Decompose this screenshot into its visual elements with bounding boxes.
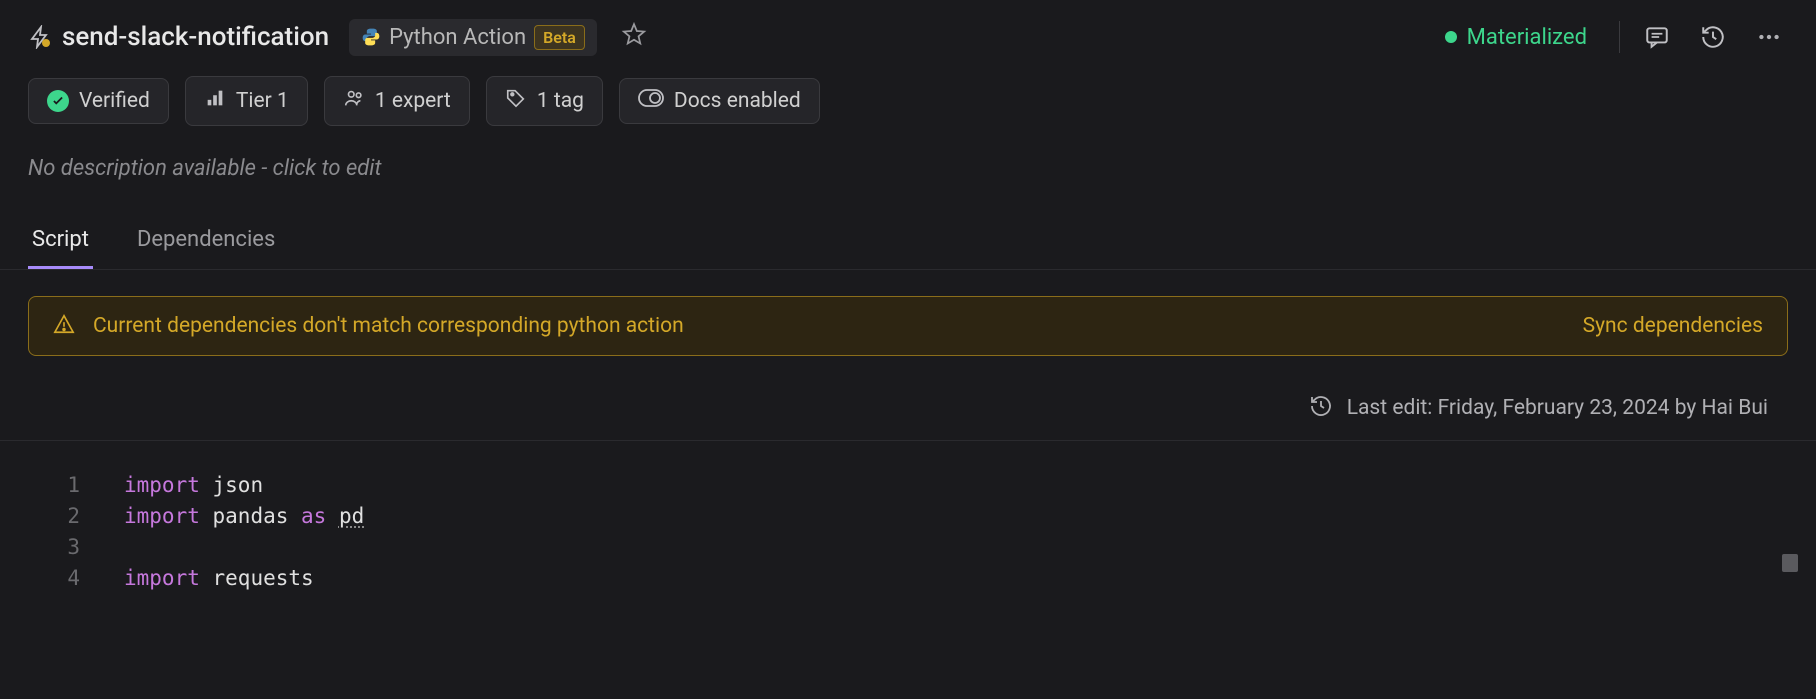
status-pill[interactable]: Materialized [1431, 19, 1601, 56]
line-number: 4 [40, 566, 80, 590]
bars-icon [204, 87, 226, 115]
line-number: 1 [40, 473, 80, 497]
header-left: send-slack-notification Python Action Be… [28, 18, 651, 56]
code-line[interactable]: 1 import json [0, 469, 1816, 500]
scrollbar[interactable] [1782, 469, 1798, 629]
docs-chip[interactable]: Docs enabled [619, 78, 820, 124]
tab-dependencies[interactable]: Dependencies [133, 213, 279, 269]
people-icon [343, 87, 365, 115]
experts-chip[interactable]: 1 expert [324, 76, 470, 126]
history-button[interactable] [1694, 18, 1732, 56]
experts-label: 1 expert [375, 89, 451, 113]
code-content: import json [124, 473, 263, 497]
tags-chip[interactable]: 1 tag [486, 76, 603, 126]
tier-chip[interactable]: Tier 1 [185, 76, 308, 126]
line-number: 2 [40, 504, 80, 528]
title-group: send-slack-notification [28, 22, 329, 52]
code-content: import pandas as pd [124, 504, 364, 528]
header-right: Materialized [1431, 18, 1788, 56]
warning-triangle-icon [53, 313, 75, 339]
tier-label: Tier 1 [236, 89, 289, 113]
code-line[interactable]: 4 import requests [0, 562, 1816, 593]
tabs-container: Script Dependencies [0, 213, 1816, 270]
python-icon [361, 27, 381, 47]
beta-badge: Beta [534, 25, 585, 50]
divider [1619, 21, 1620, 53]
toggle-icon [638, 89, 664, 113]
warning-message: Current dependencies don't match corresp… [93, 314, 684, 338]
warning-banner: Current dependencies don't match corresp… [28, 296, 1788, 356]
action-type-badge[interactable]: Python Action Beta [349, 19, 597, 56]
tabs: Script Dependencies [28, 213, 1788, 269]
verified-chip[interactable]: Verified [28, 78, 169, 124]
page-header: send-slack-notification Python Action Be… [0, 0, 1816, 68]
comment-button[interactable] [1638, 18, 1676, 56]
check-circle-icon [47, 90, 69, 112]
code-line[interactable]: 3 [0, 531, 1816, 562]
star-button[interactable] [617, 18, 651, 56]
more-menu-button[interactable] [1750, 18, 1788, 56]
code-content: import requests [124, 566, 314, 590]
last-edit-row: Last edit: Friday, February 23, 2024 by … [0, 382, 1816, 440]
description-field[interactable]: No description available - click to edit [0, 134, 1816, 203]
tags-label: 1 tag [537, 89, 584, 113]
verified-label: Verified [79, 89, 150, 113]
docs-label: Docs enabled [674, 89, 801, 113]
code-line[interactable]: 2 import pandas as pd [0, 500, 1816, 531]
page-title: send-slack-notification [62, 22, 329, 52]
sync-dependencies-button[interactable]: Sync dependencies [1583, 314, 1763, 338]
line-number: 3 [40, 535, 80, 559]
tab-script[interactable]: Script [28, 213, 93, 269]
action-type-label: Python Action [389, 25, 526, 50]
last-edit-text: Last edit: Friday, February 23, 2024 by … [1347, 396, 1768, 420]
metadata-chips: Verified Tier 1 1 expert [0, 68, 1816, 134]
lightning-icon [28, 25, 52, 49]
status-label: Materialized [1467, 25, 1587, 50]
tag-icon [505, 87, 527, 115]
status-dot-icon [1445, 31, 1457, 43]
warning-left: Current dependencies don't match corresp… [53, 313, 684, 339]
code-editor[interactable]: 1 import json 2 import pandas as pd 3 4 import… [0, 440, 1816, 593]
scrollbar-thumb[interactable] [1782, 554, 1798, 572]
history-icon [1309, 394, 1333, 422]
